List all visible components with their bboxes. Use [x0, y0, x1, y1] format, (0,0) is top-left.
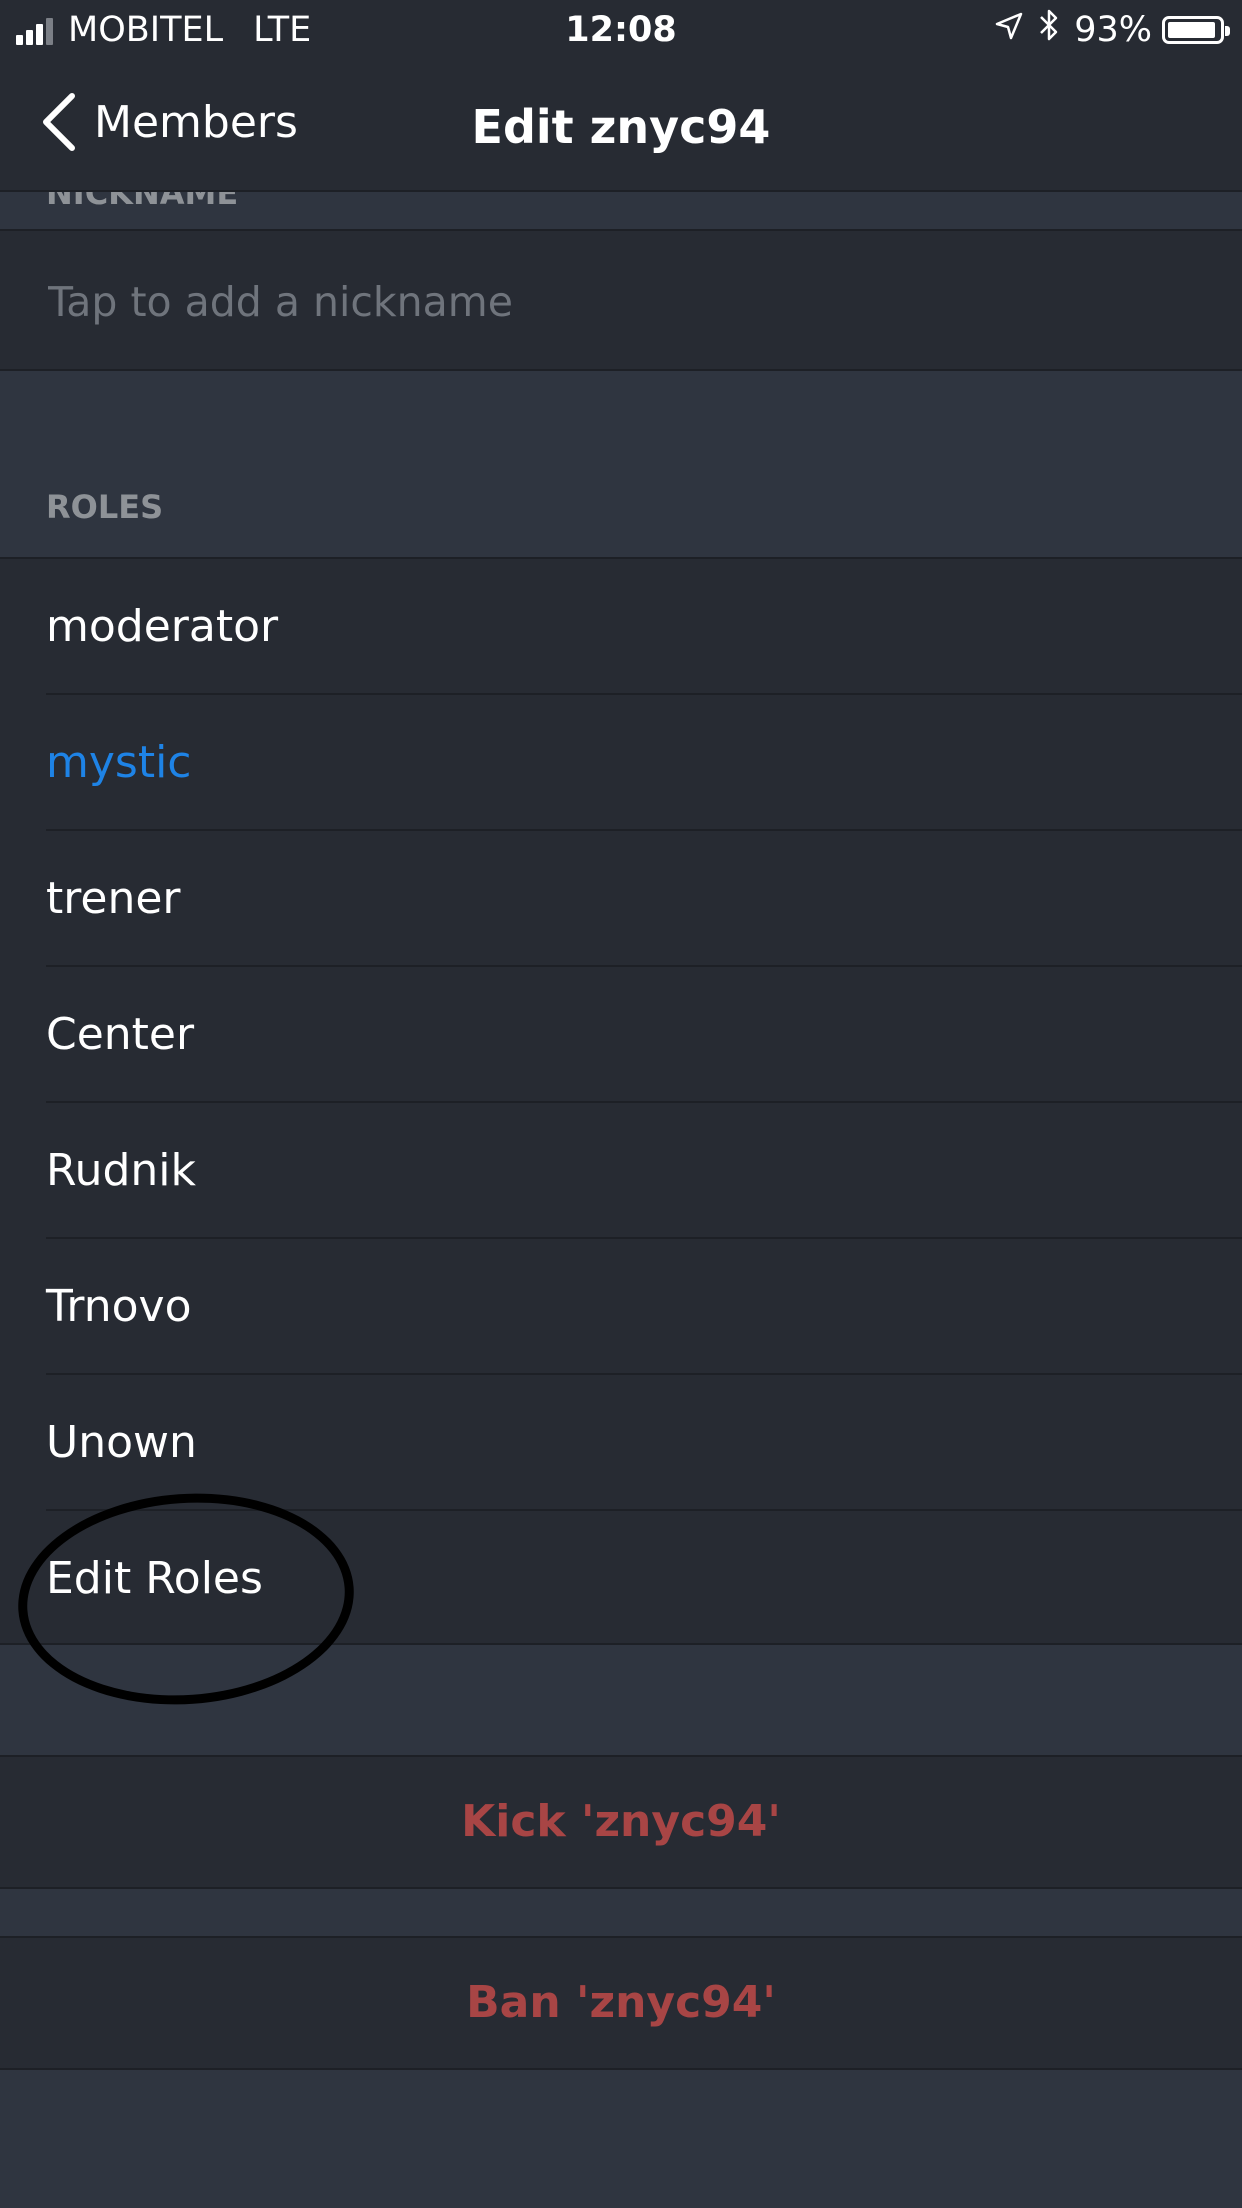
battery-fill [1168, 21, 1215, 38]
battery-nub [1225, 25, 1230, 36]
role-item-unown[interactable]: Unown [46, 1375, 1242, 1511]
kick-member-button[interactable]: Kick 'znyc94' [0, 1755, 1242, 1889]
battery-icon [1162, 15, 1230, 44]
page-title: Edit znyc94 [471, 100, 771, 154]
edit-roles-button[interactable]: Edit Roles [46, 1511, 1242, 1647]
role-item-trnovo[interactable]: Trnovo [46, 1239, 1242, 1375]
nickname-header-label: NICKNAME [46, 192, 239, 212]
nickname-input[interactable] [46, 271, 1200, 333]
roles-list: moderator mystic trener Center Rudnik Tr… [0, 557, 1242, 1645]
nickname-section-header: NICKNAME [0, 192, 1242, 228]
role-item-rudnik[interactable]: Rudnik [46, 1103, 1242, 1239]
roles-section-header: ROLES [46, 488, 164, 526]
battery-percentage: 93% [1074, 9, 1152, 50]
role-item-trener[interactable]: trener [46, 831, 1242, 967]
location-arrow-icon [994, 10, 1024, 50]
role-item-moderator[interactable]: moderator [46, 559, 1242, 695]
role-item-center[interactable]: Center [46, 967, 1242, 1103]
role-item-mystic[interactable]: mystic [46, 695, 1242, 831]
nickname-row [0, 229, 1242, 371]
status-bar: MOBITEL LTE 12:08 93% [0, 0, 1242, 62]
status-right: 93% [994, 8, 1230, 51]
ban-member-button[interactable]: Ban 'znyc94' [0, 1936, 1242, 2070]
navigation-bar: Members Edit znyc94 [0, 62, 1242, 192]
bluetooth-icon [1038, 8, 1060, 51]
